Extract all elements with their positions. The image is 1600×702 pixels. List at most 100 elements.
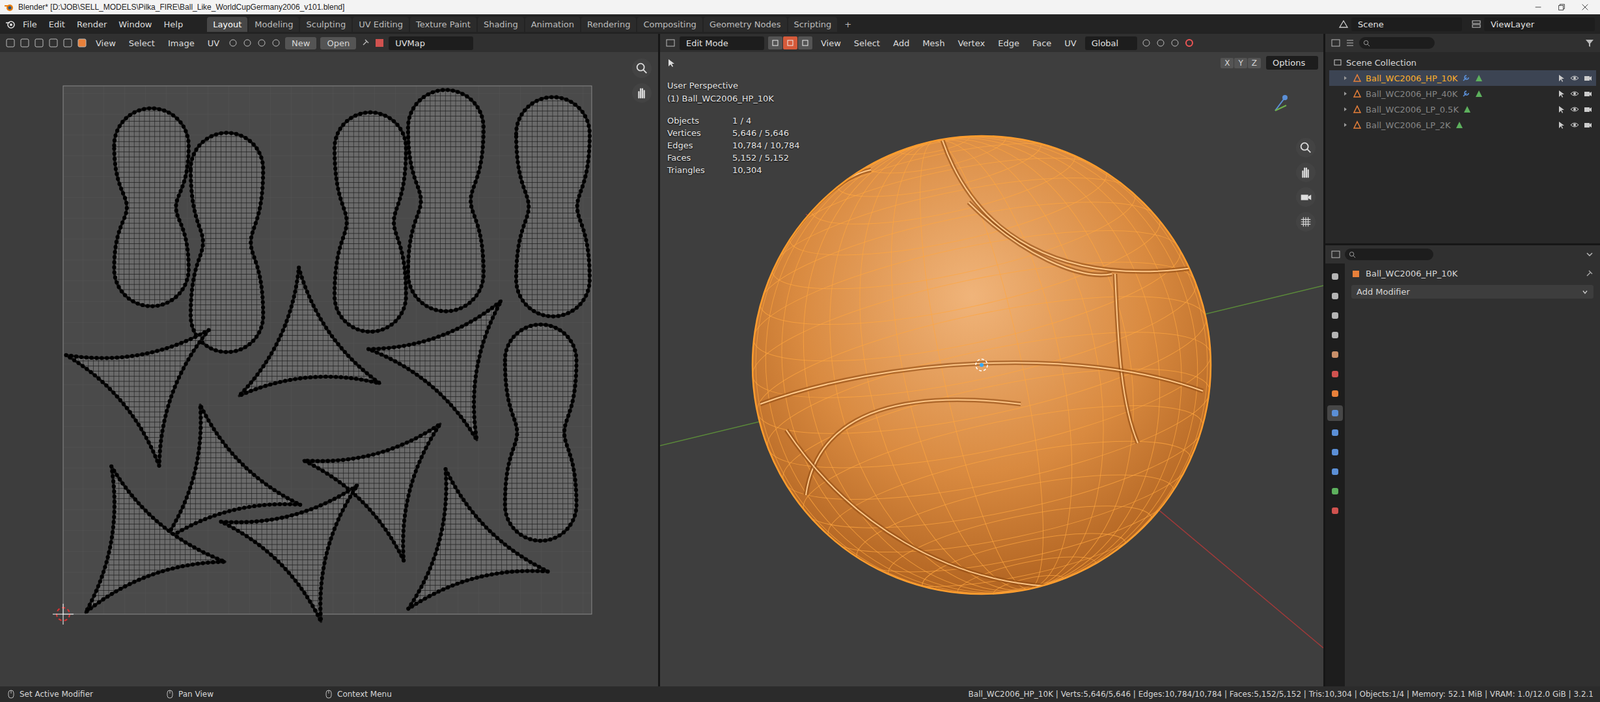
select-mode-button[interactable] (768, 36, 783, 50)
outliner-row[interactable]: Ball_WC2006_HP_10K (1329, 70, 1597, 86)
view-layer-selector[interactable]: ViewLayer (1471, 17, 1595, 32)
expand-arrow-icon[interactable] (1342, 121, 1349, 129)
scene-field[interactable]: Scene (1351, 17, 1463, 32)
outliner-row[interactable]: Ball_WC2006_LP_0.5K (1329, 101, 1597, 118)
properties-tab[interactable] (1327, 346, 1343, 363)
properties-tab[interactable] (1327, 327, 1343, 344)
editor-type-icon[interactable] (1330, 249, 1341, 260)
properties-tab[interactable] (1327, 483, 1343, 500)
mesh-data-icon[interactable] (1454, 120, 1464, 130)
mesh-data-icon[interactable] (1474, 73, 1484, 83)
workspace-tab[interactable]: Modeling (248, 16, 299, 32)
new-image-button[interactable]: New (285, 37, 317, 50)
workspace-tab[interactable]: Sculpting (300, 16, 352, 32)
outliner-row[interactable]: Ball_WC2006_HP_40K (1329, 85, 1597, 102)
uv-island[interactable] (190, 132, 263, 353)
expand-arrow-icon[interactable] (1342, 106, 1349, 113)
filter-icon[interactable] (1584, 37, 1595, 49)
viewport-menu-item[interactable]: Edge (993, 36, 1024, 51)
menu-item[interactable]: Window (113, 17, 157, 32)
uv-menu-item[interactable]: UV (203, 36, 224, 51)
properties-tab[interactable] (1327, 444, 1343, 461)
uv-island[interactable] (408, 469, 549, 610)
open-image-button[interactable]: Open (320, 37, 357, 50)
uv-menu-item[interactable]: Select (124, 36, 160, 51)
properties-tab[interactable] (1327, 288, 1343, 304)
properties-tab[interactable] (1327, 268, 1343, 285)
editor-type-icon[interactable] (665, 37, 676, 49)
ortho-grid-icon[interactable] (1296, 212, 1316, 232)
selectable-arrow-icon[interactable] (1557, 120, 1567, 130)
uv-tool-icon[interactable] (19, 37, 30, 49)
uv-menu-item[interactable]: Image (163, 36, 200, 51)
workspace-tab[interactable]: Texture Paint (410, 16, 477, 32)
transform-orientation-dropdown[interactable]: Global (1085, 36, 1138, 51)
workspace-tab[interactable]: Shading (477, 16, 525, 32)
properties-tab[interactable] (1327, 307, 1343, 324)
pan-hand-icon[interactable] (1296, 162, 1316, 183)
uv-tool-icon[interactable] (5, 37, 16, 49)
editor-type-icon[interactable] (1330, 37, 1341, 49)
pin-icon[interactable] (1584, 269, 1594, 279)
ball-mesh[interactable] (708, 88, 1255, 642)
workspace-tab[interactable]: Geometry Nodes (703, 16, 787, 32)
view-layer-field[interactable]: ViewLayer (1484, 17, 1595, 32)
menu-item[interactable]: Edit (44, 17, 70, 32)
visibility-eye-icon[interactable] (1570, 89, 1580, 99)
viewport-menu-item[interactable]: Face (1027, 36, 1056, 51)
modifier-wrench-icon[interactable] (1461, 89, 1471, 99)
viewport-menu-item[interactable]: Mesh (917, 36, 950, 51)
mirror-axis-button[interactable]: X (1220, 57, 1234, 69)
workspace-tab[interactable]: Animation (525, 16, 580, 32)
uv-island[interactable] (113, 108, 189, 306)
scene-collection-row[interactable]: Scene Collection (1329, 54, 1597, 71)
render-camera-icon[interactable] (1583, 104, 1593, 114)
properties-tab[interactable] (1327, 503, 1343, 519)
axis-gizmo-icon[interactable] (1275, 95, 1288, 111)
expand-arrow-icon[interactable] (1342, 90, 1349, 97)
close-icon[interactable] (1580, 2, 1590, 12)
visibility-eye-icon[interactable] (1570, 73, 1580, 83)
uv-island[interactable] (66, 330, 209, 467)
uv-menu-item[interactable]: View (91, 36, 121, 51)
viewport-canvas[interactable]: XYZ Options User Perspective (1) Ball_WC… (660, 52, 1324, 687)
display-mode-icon[interactable] (1344, 37, 1356, 49)
render-camera-icon[interactable] (1583, 73, 1593, 83)
pin-icon[interactable] (359, 37, 371, 49)
properties-tab[interactable] (1327, 425, 1343, 441)
mesh-data-icon[interactable] (1462, 104, 1472, 114)
uv-island[interactable] (221, 485, 359, 623)
workspace-tab[interactable]: Rendering (581, 16, 636, 32)
workspace-tab[interactable]: Layout (206, 16, 248, 32)
modifier-wrench-icon[interactable] (1461, 73, 1471, 83)
mesh-data-icon[interactable] (1474, 89, 1484, 99)
uv-canvas[interactable] (0, 52, 659, 687)
visibility-eye-icon[interactable] (1570, 120, 1580, 130)
uv-tool-icon[interactable] (62, 37, 73, 49)
viewport-menu-item[interactable]: Select (849, 36, 885, 51)
minimize-icon[interactable] (1533, 2, 1543, 12)
uv-island[interactable] (408, 89, 484, 312)
uv-option-icon[interactable] (242, 37, 253, 49)
visibility-eye-icon[interactable] (1570, 104, 1580, 114)
uv-island[interactable] (368, 300, 502, 441)
uv-island[interactable] (505, 324, 577, 541)
properties-tab[interactable] (1327, 366, 1343, 383)
menu-item[interactable]: File (18, 17, 42, 32)
uv-option-icon[interactable] (256, 37, 267, 49)
camera-view-icon[interactable] (1296, 187, 1316, 207)
uv-island[interactable] (85, 466, 225, 613)
properties-tab[interactable] (1327, 464, 1343, 480)
uv-island[interactable] (516, 96, 590, 317)
viewport-menu-item[interactable]: UV (1059, 36, 1081, 51)
snapping-icon[interactable] (1155, 37, 1166, 49)
select-mode-button[interactable] (783, 36, 798, 50)
select-tool-icon[interactable] (666, 57, 677, 69)
add-modifier-dropdown[interactable]: Add Modifier (1351, 285, 1594, 299)
outliner-row[interactable]: Ball_WC2006_LP_2K (1329, 117, 1597, 133)
uv-tool-icon[interactable] (76, 37, 88, 49)
menu-item[interactable]: Help (159, 17, 189, 32)
workspace-tab[interactable]: UV Editing (352, 16, 409, 32)
uv-tool-icon[interactable] (33, 37, 45, 49)
uv-tool-icon[interactable] (48, 37, 59, 49)
